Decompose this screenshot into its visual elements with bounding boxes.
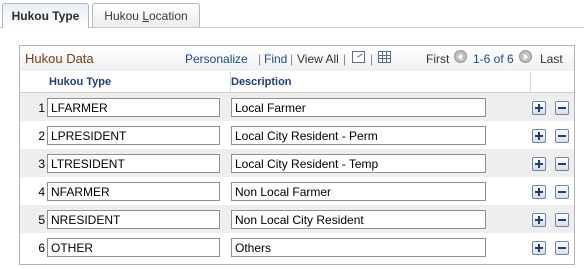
table-row: 1 <box>20 93 574 121</box>
row-number: 5 <box>38 213 45 227</box>
row-number: 1 <box>38 101 45 115</box>
nav-separator: | <box>343 52 347 66</box>
table-row: 3 <box>20 149 574 177</box>
first-label: First <box>426 52 450 66</box>
nav-separator: | <box>290 52 294 66</box>
find-link[interactable]: Find <box>264 52 287 66</box>
table-row: 6 <box>20 233 574 261</box>
tab-hukou-type[interactable]: Hukou Type <box>2 3 89 28</box>
view-all-link[interactable]: View All <box>297 52 339 66</box>
tab-hukou-location-post: ocation <box>149 9 188 23</box>
nav-separator: | <box>258 52 262 66</box>
add-row-icon[interactable] <box>532 101 546 115</box>
prev-circle-icon[interactable] <box>454 50 467 63</box>
tab-hukou-location[interactable]: Hukou Location <box>92 3 200 27</box>
description-field[interactable] <box>231 238 486 257</box>
row-range: 1-6 of 6 <box>473 52 514 66</box>
nav-separator: | <box>370 52 374 66</box>
personalize-link[interactable]: Personalize <box>185 52 248 66</box>
add-row-icon[interactable] <box>532 241 546 255</box>
table-row: 4 <box>20 177 574 205</box>
description-field[interactable] <box>231 154 486 173</box>
add-row-icon[interactable] <box>532 129 546 143</box>
add-row-icon[interactable] <box>532 157 546 171</box>
description-field[interactable] <box>231 210 486 229</box>
description-field[interactable] <box>231 126 486 145</box>
grid-title: Hukou Data <box>25 51 94 66</box>
hukou-type-field[interactable] <box>47 210 220 229</box>
column-header-hukou-type[interactable]: Hukou Type <box>47 72 231 92</box>
delete-row-icon[interactable] <box>555 157 569 171</box>
description-field[interactable] <box>231 98 486 117</box>
last-label: Last <box>540 52 563 66</box>
row-number: 6 <box>38 241 45 255</box>
hukou-type-field[interactable] <box>47 126 220 145</box>
delete-row-icon[interactable] <box>555 101 569 115</box>
hukou-type-field[interactable] <box>47 182 220 201</box>
grid-header: Hukou Data Personalize | Find | View All… <box>20 46 574 71</box>
tab-bar: Hukou Type Hukou Location <box>0 0 584 28</box>
hukou-type-field[interactable] <box>47 154 220 173</box>
table-row: 5 <box>20 205 574 233</box>
add-row-icon[interactable] <box>532 213 546 227</box>
grid-download-icon[interactable] <box>378 51 391 63</box>
hukou-type-field[interactable] <box>47 238 220 257</box>
next-circle-icon[interactable] <box>519 50 532 63</box>
add-row-icon[interactable] <box>532 185 546 199</box>
row-number: 4 <box>38 185 45 199</box>
hukou-data-grid: Hukou Data Personalize | Find | View All… <box>19 45 575 265</box>
tab-hukou-location-accesskey: L <box>142 9 149 23</box>
delete-row-icon[interactable] <box>555 129 569 143</box>
description-field[interactable] <box>231 182 486 201</box>
delete-row-icon[interactable] <box>555 185 569 199</box>
delete-row-icon[interactable] <box>555 241 569 255</box>
row-number: 2 <box>38 129 45 143</box>
tab-hukou-location-pre: Hukou <box>104 9 143 23</box>
column-header-description[interactable]: Description <box>231 72 531 92</box>
hukou-type-field[interactable] <box>47 98 220 117</box>
delete-row-icon[interactable] <box>555 213 569 227</box>
row-number: 3 <box>38 157 45 171</box>
zoom-icon[interactable] <box>352 51 365 63</box>
table-row: 2 <box>20 121 574 149</box>
